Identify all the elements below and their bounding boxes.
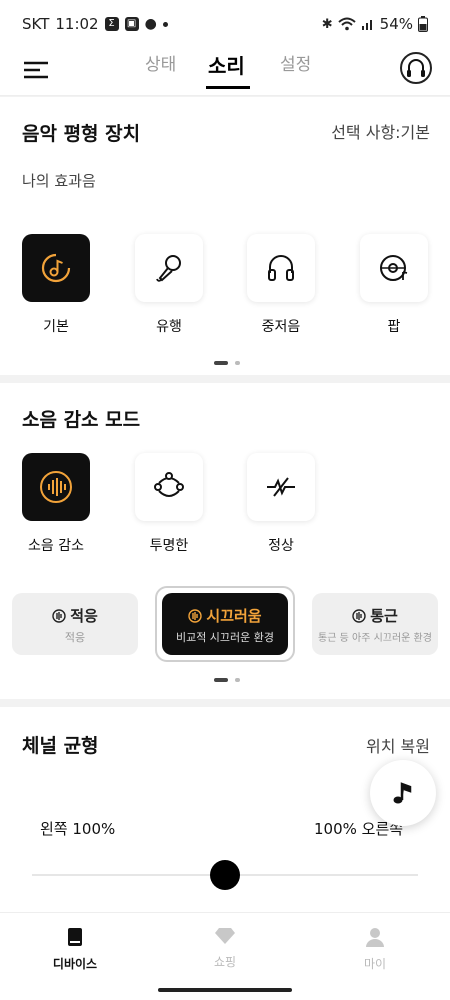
level-adaptive-sub: 적응 bbox=[64, 631, 86, 644]
bulb-icon: ● bbox=[144, 16, 157, 32]
level-adaptive-card[interactable]: 적응 적응 bbox=[12, 593, 138, 655]
equalizer-page-indicator bbox=[214, 361, 240, 365]
diamond-icon bbox=[215, 928, 235, 944]
sigma-app-icon: Σ bbox=[104, 17, 119, 31]
equalizer-title: 음악 평형 장치 bbox=[22, 123, 141, 145]
level-commute-sub: 통근 등 아주 시끄러운 환경 bbox=[318, 633, 432, 644]
soundwave-icon bbox=[352, 608, 366, 623]
mode-transparent-label: 투명한 bbox=[149, 538, 189, 554]
tab-sound[interactable]: 소리 bbox=[208, 50, 245, 79]
music-note-icon bbox=[393, 782, 412, 804]
carrier: SKT bbox=[22, 15, 50, 33]
preset-pop-label: 팝 bbox=[387, 319, 401, 335]
mode-normal-tile[interactable] bbox=[247, 453, 315, 521]
person-icon bbox=[366, 928, 384, 947]
home-indicator[interactable] bbox=[158, 988, 292, 992]
clock: 11:02 bbox=[55, 15, 99, 33]
bluetooth-icon: ✱ bbox=[321, 16, 333, 32]
my-effects-label: 나의 효과음 bbox=[22, 172, 96, 190]
device-icon bbox=[68, 928, 82, 946]
preset-bass-tile[interactable] bbox=[247, 234, 315, 302]
microphone-icon bbox=[156, 255, 181, 282]
level-commute-card[interactable]: 통근 통근 등 아주 시끄러운 환경 bbox=[312, 593, 438, 655]
mode-normal-label: 정상 bbox=[268, 538, 294, 554]
preset-basic-tile[interactable] bbox=[22, 234, 90, 302]
nav-my-label: 마이 bbox=[363, 957, 387, 971]
preset-basic-label: 기본 bbox=[43, 319, 69, 335]
gallery-icon: ▣ bbox=[124, 17, 139, 31]
level-commute-title: 통근 bbox=[370, 607, 398, 625]
equalizer-selection[interactable]: 선택 사항:기본 bbox=[331, 119, 430, 143]
bottom-nav: 디바이스 쇼핑 마이 bbox=[0, 912, 450, 1000]
tab-bar: 상태 소리 설정 bbox=[0, 48, 450, 96]
mode-anc-label: 소음 감소 bbox=[28, 538, 84, 554]
equalizer-card: 음악 평형 장치 선택 사항:기본 나의 효과음 기본 유행 중저음 팝 bbox=[0, 97, 450, 375]
nav-shopping[interactable]: 쇼핑 bbox=[175, 927, 275, 970]
level-noisy-title: 시끄러움 bbox=[206, 607, 262, 625]
battery-icon bbox=[418, 16, 428, 32]
wifi-icon bbox=[337, 17, 356, 31]
signal-icon bbox=[361, 20, 372, 30]
level-noisy-card[interactable]: 시끄러움 비교적 시끄러운 환경 bbox=[162, 593, 288, 655]
mode-transparent-tile[interactable] bbox=[135, 453, 203, 521]
active-tab-indicator bbox=[206, 86, 250, 89]
mode-anc-tile[interactable] bbox=[22, 453, 90, 521]
soundwave-icon bbox=[52, 608, 66, 623]
nav-devices-label: 디바이스 bbox=[52, 957, 98, 971]
noise-card: 소음 감소 모드 소음 감소 투명한 정상 적응 적응 시끄러움 비교적 시끄러… bbox=[0, 383, 450, 699]
level-noisy-sub: 비교적 시끄러운 환경 bbox=[175, 631, 275, 644]
music-disc-icon bbox=[41, 253, 71, 283]
balance-left-label: 왼쪽 100% bbox=[40, 820, 116, 838]
headphones-icon bbox=[268, 255, 294, 281]
headset-icon[interactable] bbox=[400, 52, 432, 84]
preset-pop-tile[interactable] bbox=[360, 234, 428, 302]
balance-reset-button[interactable]: 위치 복원 bbox=[366, 733, 430, 757]
soundwave-icon bbox=[188, 608, 203, 623]
normal-icon bbox=[267, 477, 295, 497]
noise-page-indicator bbox=[214, 678, 240, 682]
music-fab[interactable] bbox=[370, 760, 436, 826]
balance-title: 체널 균형 bbox=[22, 735, 99, 757]
nav-devices[interactable]: 디바이스 bbox=[25, 927, 125, 972]
battery-percent: 54% bbox=[379, 15, 413, 33]
preset-bass-label: 중저음 bbox=[261, 319, 301, 335]
nav-my[interactable]: 마이 bbox=[325, 927, 425, 972]
noise-title: 소음 감소 모드 bbox=[22, 409, 141, 431]
vinyl-icon bbox=[380, 255, 408, 281]
preset-trend-label: 유행 bbox=[156, 319, 182, 335]
tab-status[interactable]: 상태 bbox=[145, 50, 176, 75]
app-header: 상태 소리 설정 bbox=[0, 48, 450, 96]
more-notifications-icon bbox=[162, 21, 168, 27]
preset-trend-tile[interactable] bbox=[135, 234, 203, 302]
level-adaptive-title: 적응 bbox=[70, 607, 98, 625]
transparency-icon bbox=[154, 472, 184, 497]
balance-slider-thumb[interactable] bbox=[210, 860, 240, 890]
tab-settings[interactable]: 설정 bbox=[280, 50, 311, 75]
soundwave-icon bbox=[40, 471, 72, 503]
status-bar: SKT 11:02 Σ ▣ ● ✱ 54% bbox=[0, 0, 450, 48]
nav-shopping-label: 쇼핑 bbox=[213, 955, 237, 969]
